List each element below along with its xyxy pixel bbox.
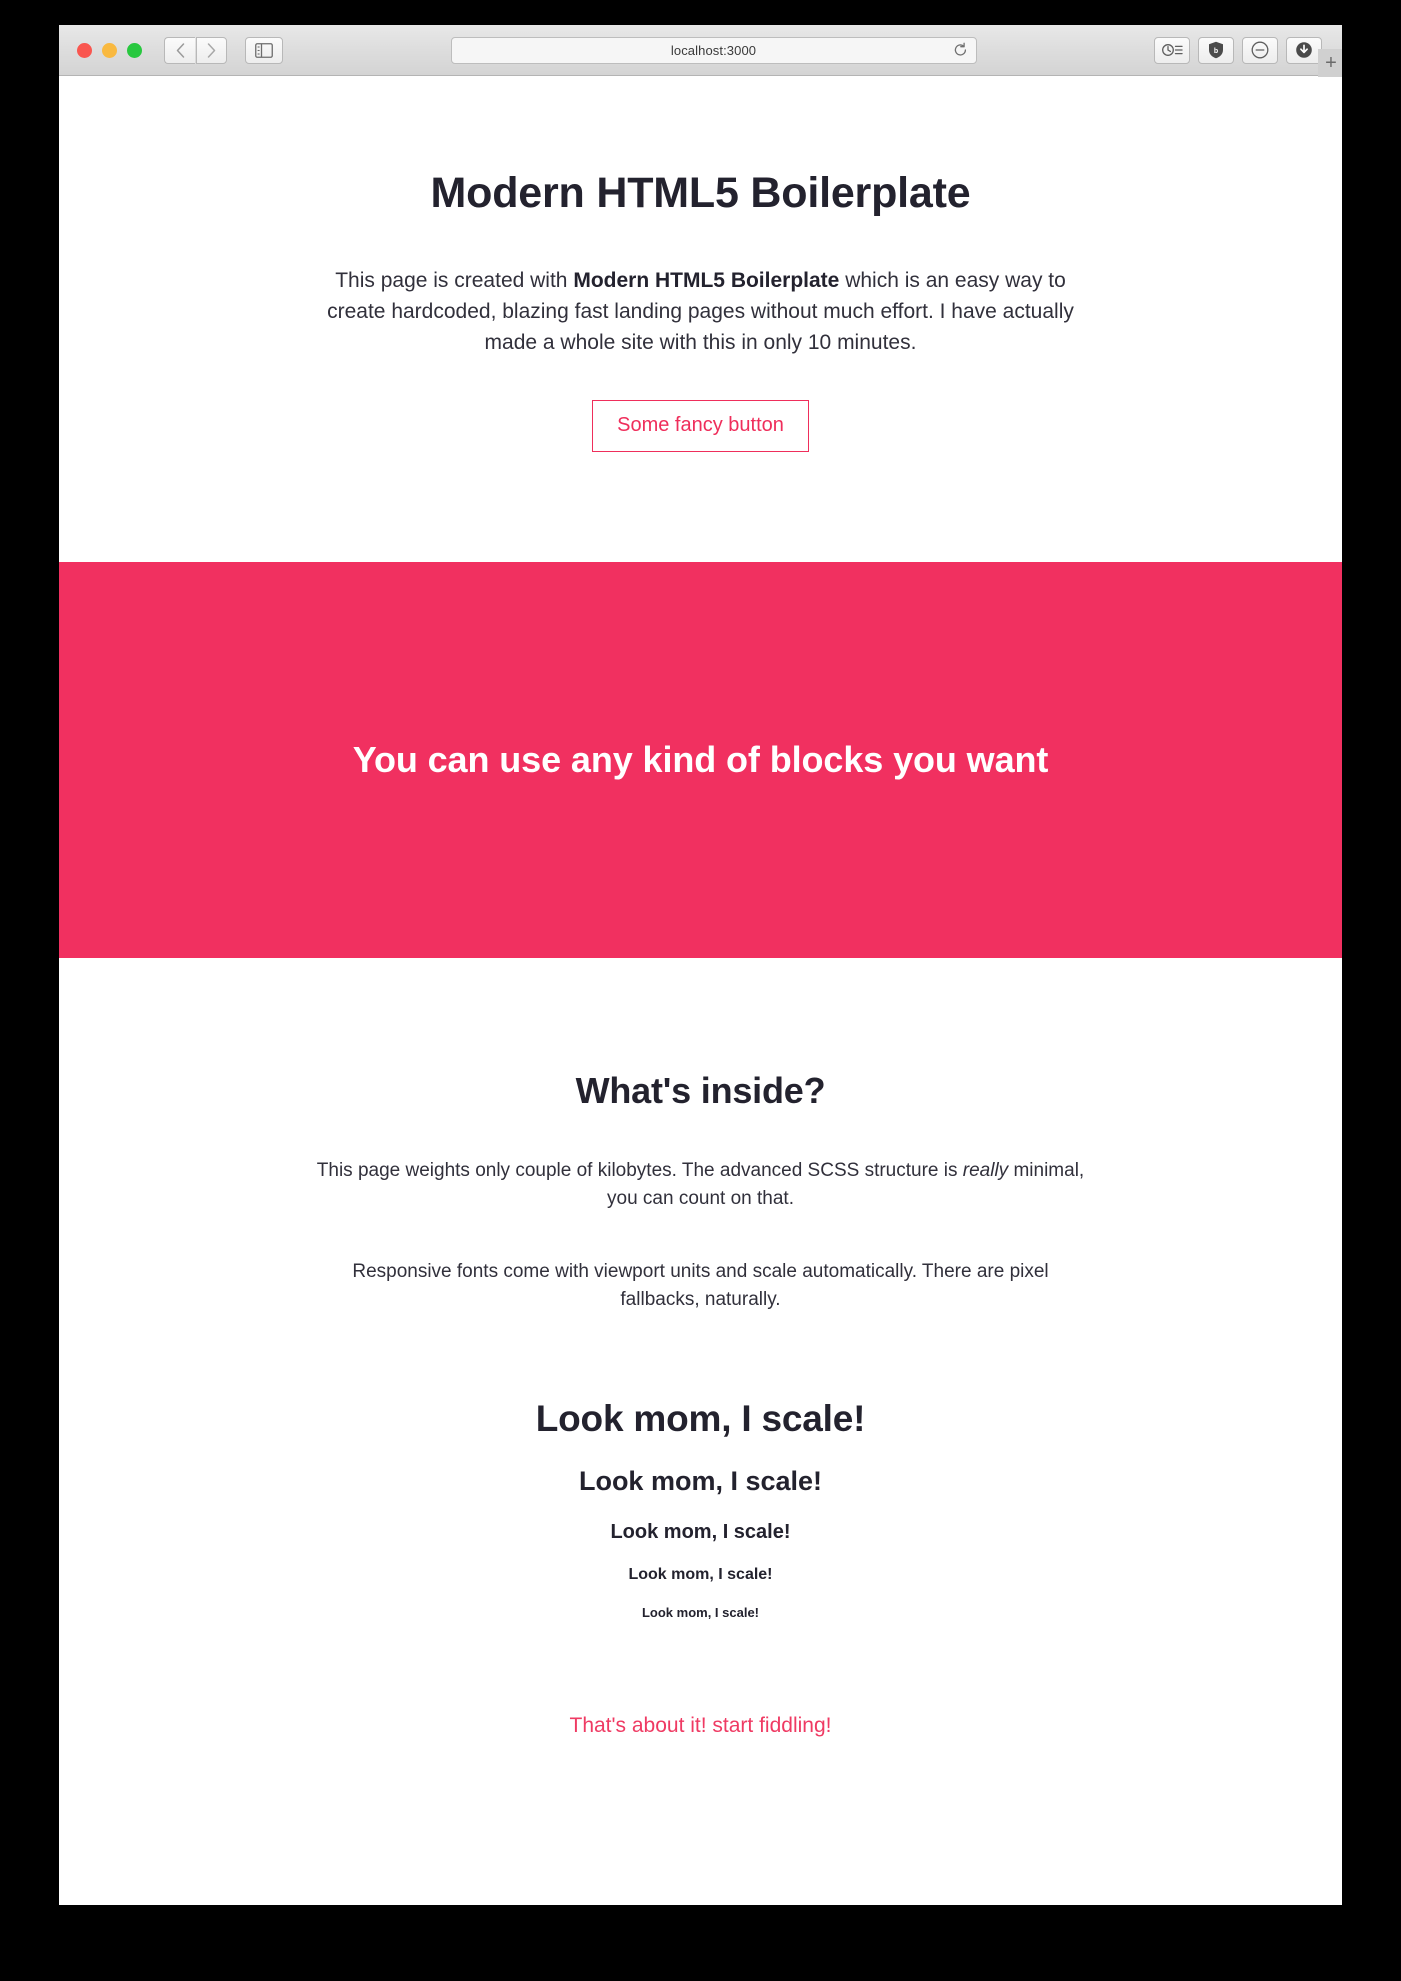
inside-p1-emphasis: really — [962, 1159, 1009, 1181]
hero-paragraph-bold: Modern HTML5 Boilerplate — [573, 268, 840, 292]
sidebar-toggle-button[interactable] — [245, 36, 283, 64]
back-button[interactable] — [164, 36, 195, 64]
toolbar-extensions: b — [1154, 36, 1322, 64]
footer-link-row: That's about it! start fiddling! — [59, 1622, 1342, 1738]
whats-inside-section: What's inside? This page weights only co… — [59, 958, 1342, 1314]
forward-button[interactable] — [196, 36, 227, 64]
browser-window: localhost:3000 b + Modern HTML5 Boilerpl… — [59, 25, 1342, 1905]
scale-heading-2: Look mom, I scale! — [578, 1465, 823, 1496]
hero-section: Modern HTML5 Boilerplate This page is cr… — [59, 76, 1342, 452]
new-tab-button[interactable]: + — [1318, 49, 1342, 77]
fancy-button[interactable]: Some fancy button — [592, 399, 809, 452]
window-controls — [77, 42, 142, 58]
block-minus-button[interactable] — [1242, 36, 1278, 64]
shield-adblock-icon: b — [1209, 41, 1223, 59]
minus-circle-icon — [1251, 41, 1269, 59]
address-bar[interactable]: localhost:3000 — [450, 36, 977, 64]
page-content: Modern HTML5 Boilerplate This page is cr… — [59, 76, 1342, 1905]
close-window-button[interactable] — [77, 42, 92, 58]
scale-heading-1: Look mom, I scale! — [535, 1398, 866, 1440]
whats-inside-paragraph-2: Responsive fonts come with viewport unit… — [352, 1261, 1049, 1311]
adblock-shield-button[interactable]: b — [1198, 36, 1234, 64]
hero-paragraph: This page is created with Modern HTML5 B… — [306, 265, 1096, 358]
reload-icon — [954, 42, 966, 56]
hero-paragraph-part1: This page is created with — [335, 268, 574, 292]
scale-heading-4: Look mom, I scale! — [628, 1566, 773, 1584]
scale-heading-5: Look mom, I scale! — [641, 1605, 760, 1621]
browser-toolbar: localhost:3000 b + — [59, 25, 1342, 77]
screen: localhost:3000 b + Modern HTML5 Boilerpl… — [0, 0, 1401, 1981]
inside-p1-part1: This page weights only couple of kilobyt… — [316, 1159, 963, 1181]
chevron-right-icon — [207, 42, 216, 58]
pink-block-heading: You can use any kind of blocks you want — [352, 738, 1049, 780]
whats-inside-paragraph-1: This page weights only couple of kilobyt… — [311, 1157, 1091, 1213]
svg-text:b: b — [1214, 48, 1218, 55]
navigation-buttons — [164, 36, 227, 64]
maximize-window-button[interactable] — [127, 42, 142, 58]
start-fiddling-link[interactable]: That's about it! start fiddling! — [570, 1714, 832, 1737]
whats-inside-heading: What's inside? — [575, 1069, 826, 1111]
scale-demo-section: Look mom, I scale! Look mom, I scale! Lo… — [59, 1314, 1342, 1621]
downloads-button[interactable] — [1286, 36, 1322, 64]
pink-block-section: You can use any kind of blocks you want — [59, 561, 1342, 958]
sidebar-icon — [255, 42, 273, 58]
address-bar-container: localhost:3000 — [283, 36, 1144, 64]
hero-button-row: Some fancy button — [99, 399, 1302, 452]
page-title: Modern HTML5 Boilerplate — [430, 169, 971, 217]
reload-button[interactable] — [953, 42, 968, 58]
reading-list-icon — [1161, 44, 1183, 56]
download-arrow-icon — [1296, 42, 1312, 58]
reading-list-button[interactable] — [1154, 36, 1190, 64]
minimize-window-button[interactable] — [102, 42, 117, 58]
scale-heading-3: Look mom, I scale! — [610, 1521, 791, 1544]
address-bar-url: localhost:3000 — [670, 42, 757, 58]
chevron-left-icon — [176, 42, 184, 58]
hero-spacer — [59, 452, 1342, 562]
